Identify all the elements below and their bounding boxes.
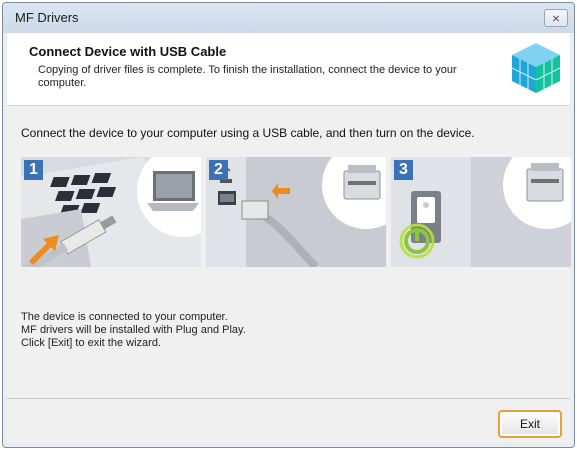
status-line: The device is connected to your computer…	[21, 311, 228, 323]
status-message: The device is connected to your computer…	[21, 311, 246, 350]
header-band: Connect Device with USB Cable Copying of…	[7, 33, 570, 106]
wizard-body: Connect Device with USB Cable Copying of…	[7, 33, 571, 443]
status-line: Click [Exit] to exit the wizard.	[21, 337, 161, 349]
step-illustrations: 1 2 3	[21, 157, 571, 267]
page-description: Copying of driver files is complete. To …	[38, 64, 457, 89]
step-panel-2: 2	[206, 157, 386, 267]
footer-divider	[7, 398, 570, 399]
page-title: Connect Device with USB Cable	[29, 44, 227, 59]
step-panel-1: 1	[21, 157, 201, 267]
step-panel-3: 3	[391, 157, 571, 267]
step-number-badge: 3	[394, 160, 413, 180]
installer-window: MF Drivers ⨯ Connect Device with USB Cab…	[2, 2, 575, 448]
window-title: MF Drivers	[15, 10, 79, 25]
exit-button[interactable]: Exit	[498, 410, 562, 438]
title-bar[interactable]: MF Drivers ⨯	[3, 3, 574, 33]
step-number-badge: 2	[209, 160, 228, 180]
status-line: MF drivers will be installed with Plug a…	[21, 324, 246, 336]
power-button-icon	[391, 157, 571, 267]
close-icon: ⨯	[551, 12, 561, 25]
laptop-usb-icon	[21, 157, 201, 267]
close-button[interactable]: ⨯	[544, 9, 568, 27]
installer-cube-icon	[511, 43, 561, 93]
step-number-badge: 1	[24, 160, 43, 180]
usb-port-printer-icon	[206, 157, 386, 267]
instruction-text: Connect the device to your computer usin…	[21, 126, 475, 140]
